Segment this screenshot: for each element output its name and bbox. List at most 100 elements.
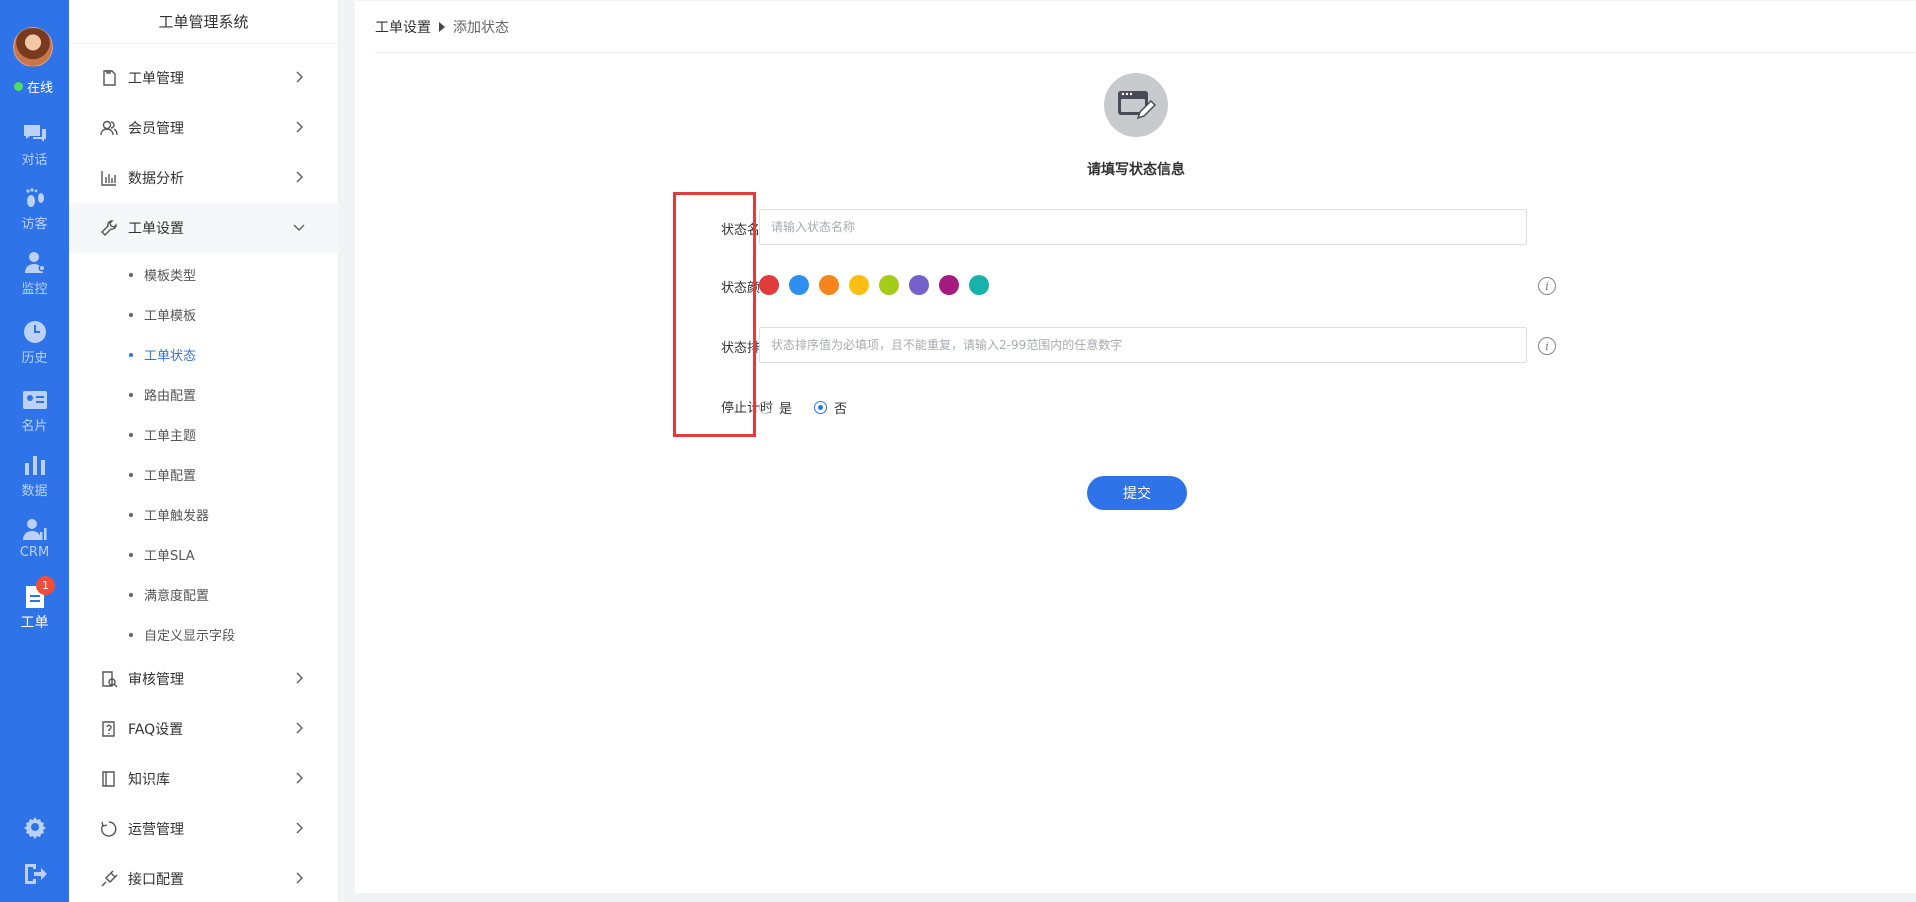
stop-timer-option-no[interactable]: 否 bbox=[814, 398, 847, 417]
rail-logout-button[interactable] bbox=[0, 862, 69, 886]
menu-item-knowledge-base[interactable]: 知识库 bbox=[69, 754, 339, 804]
color-swatch-blue[interactable] bbox=[789, 275, 809, 295]
menu-item-label: 工单设置 bbox=[128, 221, 184, 237]
operation-icon bbox=[101, 821, 117, 837]
menu-item-data-analysis[interactable]: 数据分析 bbox=[69, 153, 339, 203]
rail-item-data[interactable]: 数据 bbox=[0, 453, 69, 499]
bullet-icon bbox=[129, 272, 133, 277]
menu-item-label: 运营管理 bbox=[128, 822, 184, 838]
footprint-icon bbox=[25, 188, 44, 207]
rail-item-card[interactable]: 名片 bbox=[0, 388, 69, 434]
submenu-item-label: 工单模板 bbox=[144, 309, 197, 324]
menu-title: 工单管理系统 bbox=[69, 0, 338, 44]
submenu-item-ticket-template[interactable]: 工单模板 bbox=[129, 305, 196, 324]
color-info-icon[interactable]: i bbox=[1538, 277, 1556, 295]
menu-item-operations[interactable]: 运营管理 bbox=[69, 804, 339, 854]
rail-item-chat[interactable]: 对话 bbox=[0, 122, 69, 168]
breadcrumb-parent[interactable]: 工单设置 bbox=[375, 17, 431, 37]
rail-item-label: 数据 bbox=[21, 484, 48, 499]
menu-item-label: 接口配置 bbox=[128, 872, 184, 888]
book-icon bbox=[102, 771, 115, 787]
card-icon bbox=[22, 391, 47, 409]
rail-item-label: 对话 bbox=[21, 153, 48, 168]
color-swatches bbox=[759, 275, 989, 295]
chevron-right-icon bbox=[296, 722, 304, 734]
color-swatch-orange[interactable] bbox=[819, 275, 839, 295]
chevron-down-icon bbox=[293, 224, 305, 232]
submenu-item-ticket-status[interactable]: 工单状态 bbox=[129, 345, 196, 364]
chevron-right-icon bbox=[296, 71, 304, 83]
highlight-annotation-box bbox=[673, 192, 756, 437]
submenu-item-routing-config[interactable]: 路由配置 bbox=[129, 385, 196, 404]
sort-info-icon[interactable]: i bbox=[1538, 337, 1556, 355]
chevron-right-icon bbox=[296, 672, 304, 684]
submenu-item-label: 工单SLA bbox=[144, 549, 195, 564]
radio-unchecked-icon[interactable] bbox=[759, 401, 772, 414]
rail-item-visitor[interactable]: 访客 bbox=[0, 186, 69, 232]
stop-timer-option-yes[interactable]: 是 bbox=[759, 398, 792, 417]
rail-item-monitor[interactable]: 监控 bbox=[0, 251, 69, 297]
breadcrumb: 工单设置 添加状态 bbox=[375, 1, 1916, 53]
color-swatch-lime[interactable] bbox=[879, 275, 899, 295]
menu-item-api-config[interactable]: 接口配置 bbox=[69, 854, 339, 902]
menu-item-faq-settings[interactable]: FAQ设置 bbox=[69, 704, 339, 754]
clock-icon bbox=[23, 321, 46, 343]
submenu-item-custom-fields[interactable]: 自定义显示字段 bbox=[129, 625, 235, 644]
rail-item-crm[interactable]: CRM bbox=[0, 518, 69, 560]
submenu-item-ticket-topic[interactable]: 工单主题 bbox=[129, 425, 196, 444]
menu-item-member-management[interactable]: 会员管理 bbox=[69, 103, 339, 153]
plug-icon bbox=[101, 870, 118, 887]
menu-item-label: 审核管理 bbox=[128, 672, 184, 688]
submenu-item-ticket-sla[interactable]: 工单SLA bbox=[129, 545, 195, 564]
rail-settings-button[interactable] bbox=[0, 815, 69, 839]
wrench-icon bbox=[101, 220, 117, 236]
chat-icon bbox=[23, 125, 46, 142]
status-name-input[interactable] bbox=[759, 209, 1527, 245]
ticket-doc-icon bbox=[103, 70, 116, 86]
submit-button[interactable]: 提交 bbox=[1087, 476, 1187, 510]
notification-badge: 1 bbox=[36, 576, 55, 595]
menu-item-audit-management[interactable]: 审核管理 bbox=[69, 654, 339, 704]
members-icon bbox=[100, 120, 118, 136]
avatar[interactable] bbox=[13, 27, 53, 67]
menu-item-ticket-settings[interactable]: 工单设置 bbox=[69, 203, 339, 253]
audit-icon bbox=[102, 671, 118, 688]
rail-item-label: 监控 bbox=[21, 282, 48, 297]
gear-icon bbox=[23, 817, 46, 839]
color-swatch-magenta[interactable] bbox=[939, 275, 959, 295]
rail-item-label: 访客 bbox=[21, 217, 48, 232]
bullet-icon bbox=[129, 392, 133, 397]
menu-item-label: 知识库 bbox=[128, 772, 170, 788]
faq-icon bbox=[102, 721, 115, 737]
color-swatch-purple[interactable] bbox=[909, 275, 929, 295]
status-sort-input[interactable] bbox=[759, 327, 1527, 363]
submenu-item-ticket-trigger[interactable]: 工单触发器 bbox=[129, 505, 209, 524]
bullet-icon bbox=[129, 472, 133, 477]
online-status-label: 在线 bbox=[27, 81, 54, 96]
caret-right-icon bbox=[439, 21, 445, 32]
rail-item-label: 历史 bbox=[21, 351, 48, 366]
nav-rail: 在线 对话 访客 监控 历史 名片 数据 CRM 1 工单 bbox=[0, 0, 69, 902]
chevron-right-icon bbox=[296, 872, 304, 884]
bullet-icon bbox=[129, 632, 133, 637]
rail-item-label: 名片 bbox=[21, 419, 48, 434]
rail-item-history[interactable]: 历史 bbox=[0, 320, 69, 366]
main-content: 工单设置 添加状态 请填写状态信息 状态名称 状态颜色 i 状态排序 i 停止计… bbox=[355, 1, 1916, 893]
window-edit-icon bbox=[1118, 91, 1156, 120]
bullet-icon bbox=[129, 552, 133, 557]
submenu-item-ticket-config[interactable]: 工单配置 bbox=[129, 465, 196, 484]
bar-chart-icon bbox=[24, 456, 45, 475]
menu-item-ticket-management[interactable]: 工单管理 bbox=[69, 53, 339, 103]
submenu-item-template-type[interactable]: 模板类型 bbox=[129, 265, 196, 284]
color-swatch-teal[interactable] bbox=[969, 275, 989, 295]
submenu-item-satisfaction-config[interactable]: 满意度配置 bbox=[129, 585, 209, 604]
chevron-right-icon bbox=[296, 772, 304, 784]
submenu-item-label: 工单主题 bbox=[144, 429, 197, 444]
radio-checked-icon[interactable] bbox=[814, 401, 828, 414]
color-swatch-yellow[interactable] bbox=[849, 275, 869, 295]
rail-item-ticket[interactable]: 1 工单 bbox=[0, 576, 69, 632]
form-heading: 请填写状态信息 bbox=[1087, 162, 1185, 178]
color-swatch-red[interactable] bbox=[759, 275, 779, 295]
menu-item-label: FAQ设置 bbox=[128, 722, 184, 738]
chevron-right-icon bbox=[296, 121, 304, 133]
